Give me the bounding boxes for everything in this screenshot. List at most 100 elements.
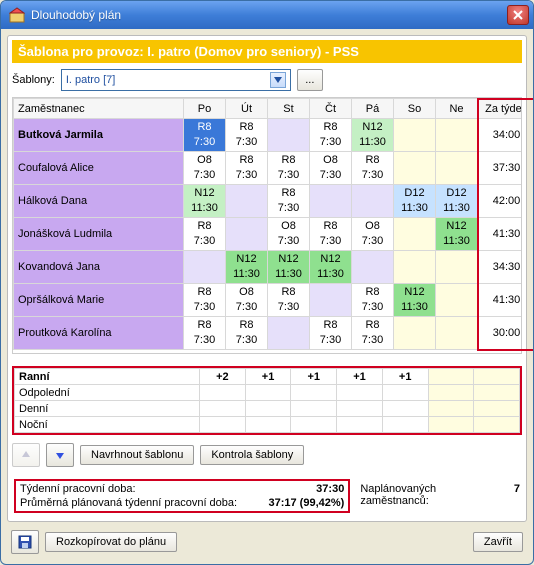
- shift-cell[interactable]: D1211:30: [394, 185, 436, 218]
- shift-cell[interactable]: R87:30: [268, 284, 310, 317]
- shift-cell[interactable]: [436, 284, 478, 317]
- shift-cell[interactable]: R87:30: [226, 152, 268, 185]
- employee-name[interactable]: Jonášková Ludmila: [14, 218, 184, 251]
- summary-cell: [428, 417, 474, 433]
- table-row[interactable]: Kovandová JanaN1211:30N1211:30N1211:3034…: [14, 251, 523, 284]
- employee-name[interactable]: Opršálková Marie: [14, 284, 184, 317]
- shift-cell[interactable]: R87:30: [352, 284, 394, 317]
- more-templates-button[interactable]: ...: [297, 69, 323, 91]
- shift-cell[interactable]: [310, 284, 352, 317]
- shift-cell[interactable]: [394, 119, 436, 152]
- window-title: Dlouhodobý plán: [31, 8, 507, 22]
- col-week[interactable]: Za týden: [478, 99, 523, 119]
- shift-cell[interactable]: R87:30: [226, 119, 268, 152]
- app-icon: [9, 7, 25, 23]
- employee-name[interactable]: Proutková Karolína: [14, 317, 184, 350]
- shift-cell[interactable]: R87:30: [352, 152, 394, 185]
- shift-cell[interactable]: R87:30: [310, 119, 352, 152]
- close-footer-button[interactable]: Zavřít: [473, 532, 523, 552]
- employee-name[interactable]: Butková Jarmila: [14, 119, 184, 152]
- table-row[interactable]: Hálková DanaN1211:30 R87:30 D1211:30D1211:…: [14, 185, 523, 218]
- shift-cell[interactable]: [268, 317, 310, 350]
- summary-cell: +1: [291, 369, 337, 385]
- col-day[interactable]: Ne: [436, 99, 478, 119]
- summary-cell: [291, 401, 337, 417]
- shift-cell[interactable]: R87:30: [310, 317, 352, 350]
- shift-cell[interactable]: N1211:30: [310, 251, 352, 284]
- summary-cell: [428, 369, 474, 385]
- check-template-button[interactable]: Kontrola šablony: [200, 445, 304, 465]
- col-name[interactable]: Zaměstnanec: [14, 99, 184, 119]
- shift-cell[interactable]: R87:30: [184, 119, 226, 152]
- shift-cell[interactable]: [436, 317, 478, 350]
- table-row[interactable]: Jonášková LudmilaR87:30O87:30R87:30O87:3…: [14, 218, 523, 251]
- shift-cell[interactable]: O87:30: [184, 152, 226, 185]
- shift-cell[interactable]: O87:30: [310, 152, 352, 185]
- shift-cell[interactable]: [268, 119, 310, 152]
- move-down-button[interactable]: [46, 443, 74, 467]
- shift-cell[interactable]: R87:30: [184, 284, 226, 317]
- shift-cell[interactable]: [184, 251, 226, 284]
- table-row[interactable]: Coufalová AliceO87:30R87:30R87:30O87:30R…: [14, 152, 523, 185]
- shift-cell[interactable]: O87:30: [226, 284, 268, 317]
- shift-cell[interactable]: [352, 251, 394, 284]
- shift-cell[interactable]: D1211:30: [436, 185, 478, 218]
- shift-cell[interactable]: R87:30: [268, 152, 310, 185]
- shift-cell[interactable]: R87:30: [268, 185, 310, 218]
- shift-cell[interactable]: [436, 119, 478, 152]
- move-up-button[interactable]: [12, 443, 40, 467]
- week-total: 42:00: [478, 185, 523, 218]
- summary-cell: [200, 401, 246, 417]
- shift-cell[interactable]: R87:30: [184, 218, 226, 251]
- summary-cell: [245, 401, 291, 417]
- templates-combobox[interactable]: I. patro [7]: [61, 69, 291, 91]
- summary-cell: [200, 417, 246, 433]
- close-button[interactable]: [507, 5, 529, 25]
- col-day[interactable]: Út: [226, 99, 268, 119]
- summary-cell: [337, 401, 383, 417]
- col-day[interactable]: Čt: [310, 99, 352, 119]
- shift-cell[interactable]: [352, 185, 394, 218]
- chevron-down-icon: [270, 72, 286, 88]
- shift-cell[interactable]: [436, 152, 478, 185]
- banner: Šablona pro provoz: I. patro (Domov pro …: [12, 40, 522, 63]
- shift-cell[interactable]: R87:30: [352, 317, 394, 350]
- summary-cell: +1: [337, 369, 383, 385]
- shift-cell[interactable]: R87:30: [310, 218, 352, 251]
- copy-to-plan-button[interactable]: Rozkopírovat do plánu: [45, 532, 177, 552]
- suggest-template-button[interactable]: Navrhnout šablonu: [80, 445, 194, 465]
- shift-cell[interactable]: N1211:30: [352, 119, 394, 152]
- summary-cell: +1: [245, 369, 291, 385]
- shift-cell[interactable]: O87:30: [352, 218, 394, 251]
- col-day[interactable]: Pá: [352, 99, 394, 119]
- shift-cell[interactable]: N1211:30: [268, 251, 310, 284]
- shift-cell[interactable]: [436, 251, 478, 284]
- table-row[interactable]: Proutková KarolínaR87:30R87:30R87:30R87:…: [14, 317, 523, 350]
- shift-cell[interactable]: N1211:30: [226, 251, 268, 284]
- employee-name[interactable]: Kovandová Jana: [14, 251, 184, 284]
- employee-name[interactable]: Hálková Dana: [14, 185, 184, 218]
- employee-name[interactable]: Coufalová Alice: [14, 152, 184, 185]
- shift-cell[interactable]: R87:30: [226, 317, 268, 350]
- shift-cell[interactable]: [226, 185, 268, 218]
- shift-cell[interactable]: R87:30: [184, 317, 226, 350]
- shift-cell[interactable]: N1211:30: [436, 218, 478, 251]
- col-day[interactable]: Po: [184, 99, 226, 119]
- shift-cell[interactable]: [226, 218, 268, 251]
- summary-label: Odpolední: [15, 385, 200, 401]
- shift-cell[interactable]: N1211:30: [394, 284, 436, 317]
- summary-cell: +1: [382, 369, 428, 385]
- save-button[interactable]: [11, 530, 39, 554]
- shift-cell[interactable]: N1211:30: [184, 185, 226, 218]
- table-row[interactable]: Opršálková MarieR87:30O87:30R87:30R87:30…: [14, 284, 523, 317]
- shift-cell[interactable]: [394, 251, 436, 284]
- shift-cell[interactable]: O87:30: [268, 218, 310, 251]
- col-day[interactable]: St: [268, 99, 310, 119]
- shift-cell[interactable]: [310, 185, 352, 218]
- summary-label: Noční: [15, 417, 200, 433]
- col-day[interactable]: So: [394, 99, 436, 119]
- shift-cell[interactable]: [394, 317, 436, 350]
- shift-cell[interactable]: [394, 218, 436, 251]
- table-row[interactable]: Butková JarmilaR87:30R87:30R87:30N1211:3…: [14, 119, 523, 152]
- shift-cell[interactable]: [394, 152, 436, 185]
